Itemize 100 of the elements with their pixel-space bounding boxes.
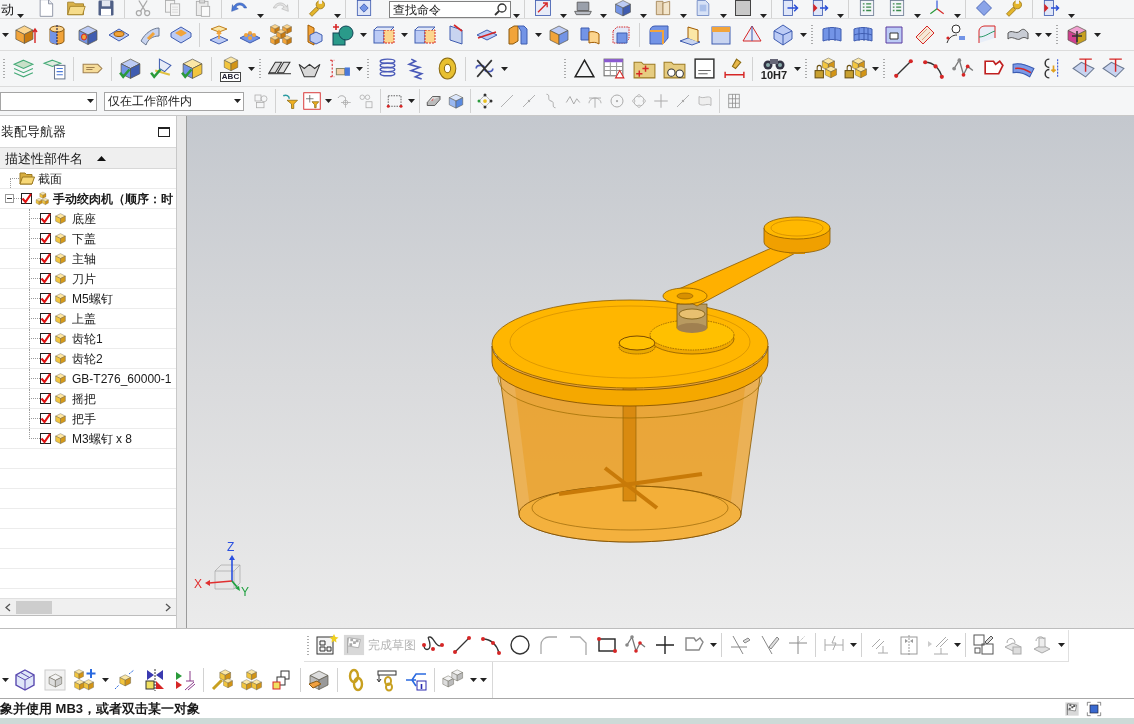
tree-item-label[interactable]: 把手 [72, 412, 96, 425]
maximize-icon[interactable] [158, 126, 170, 137]
note-icon[interactable] [691, 56, 717, 81]
brush-icon[interactable] [721, 56, 747, 81]
tree-item-label[interactable]: 截面 [38, 172, 62, 185]
square-icon[interactable] [733, 0, 753, 18]
tree-item-label[interactable]: 齿轮2 [72, 352, 103, 365]
caret-icon[interactable] [599, 14, 607, 18]
tree-item-label[interactable]: 刀片 [72, 272, 96, 285]
checkbox[interactable] [40, 213, 51, 224]
checkbox[interactable] [40, 253, 51, 264]
table-icon[interactable] [601, 56, 627, 81]
caret-icon[interactable] [1093, 32, 1101, 37]
caret-icon[interactable] [359, 32, 367, 37]
dashed-rectangle-icon[interactable] [386, 92, 404, 110]
diamond-page-icon[interactable] [354, 0, 374, 18]
filter-icon[interactable] [281, 92, 299, 110]
tree-item-label[interactable]: M5螺钉 [72, 292, 113, 305]
start-menu[interactable]: 动 [0, 1, 15, 18]
checkbox[interactable] [40, 413, 51, 424]
caret-icon[interactable] [400, 32, 408, 37]
tree-item-label[interactable]: 上盖 [72, 312, 96, 325]
grid-icon[interactable] [725, 92, 743, 110]
fullscreen-icon[interactable] [1086, 700, 1102, 717]
caret-icon[interactable] [836, 14, 844, 18]
cubes-icon[interactable] [43, 668, 67, 692]
caret-icon[interactable] [871, 66, 879, 71]
caret-icon[interactable] [1067, 14, 1075, 18]
caret-icon[interactable] [719, 14, 727, 18]
layers-list-icon[interactable] [42, 56, 67, 81]
caret-icon[interactable] [86, 99, 94, 103]
points-icon[interactable] [476, 92, 494, 110]
block-arrow-icon[interactable] [13, 22, 38, 47]
angle-check-icon[interactable] [149, 56, 174, 81]
checkbox[interactable] [40, 433, 51, 444]
scope-dropdown[interactable]: 仅在工作部件内 [104, 91, 244, 111]
mirror-triangles-icon[interactable] [143, 668, 167, 692]
sheet-arrow-icon[interactable] [1100, 56, 1126, 81]
caret-icon[interactable] [324, 99, 332, 103]
caret-icon[interactable] [101, 678, 109, 682]
caret-icon[interactable] [1, 32, 9, 37]
cubes-plus-icon[interactable] [73, 668, 97, 692]
caret-icon[interactable] [247, 66, 255, 71]
bracket-icon[interactable] [505, 22, 530, 47]
cube-icon[interactable] [613, 0, 633, 18]
caret-icon[interactable] [679, 14, 687, 18]
caret-icon[interactable] [709, 643, 717, 647]
caret-icon[interactable] [913, 14, 921, 18]
caret-icon[interactable] [639, 14, 647, 18]
caret-icon[interactable] [333, 14, 341, 18]
tree-item-label[interactable]: 主轴 [72, 252, 96, 265]
checkbox[interactable] [40, 353, 51, 364]
cubes-icon[interactable] [240, 668, 264, 692]
sheet-arrow-icon[interactable] [1070, 56, 1096, 81]
checkbox[interactable] [40, 293, 51, 304]
page-arrow-icon[interactable] [780, 0, 800, 18]
folder-icon[interactable] [66, 0, 86, 18]
caret-icon[interactable] [953, 14, 961, 18]
circle-icon[interactable] [507, 633, 532, 657]
caret-icon[interactable] [534, 32, 542, 37]
tree-item-label[interactable]: 底座 [72, 212, 96, 225]
caret-icon[interactable] [559, 14, 567, 18]
list-icon[interactable] [857, 0, 877, 18]
list-icon[interactable] [887, 0, 907, 18]
checkbox[interactable] [40, 333, 51, 344]
laptop-icon[interactable] [573, 0, 593, 18]
cube-array-icon[interactable] [268, 22, 293, 47]
search-icon[interactable] [494, 3, 507, 16]
caret-icon[interactable] [500, 66, 508, 71]
caret-icon[interactable] [793, 66, 801, 71]
caret-icon[interactable] [407, 99, 415, 103]
fit-button[interactable]: 10H7 [756, 52, 792, 85]
scroll-left-icon[interactable] [5, 602, 11, 612]
search-field[interactable]: 查找命令 [389, 1, 511, 18]
locked-cubes-icon[interactable] [812, 56, 838, 81]
block-icon[interactable] [646, 22, 671, 47]
caret-icon[interactable] [233, 99, 241, 103]
triangle-lines-icon[interactable] [173, 668, 197, 692]
caret-icon[interactable] [1, 678, 9, 682]
tree-item-label[interactable]: GB-T276_60000-1 [72, 372, 172, 385]
circle-square-icon[interactable] [330, 22, 355, 47]
cube-icon[interactable] [447, 92, 465, 110]
sort-ascending-icon[interactable] [97, 155, 106, 161]
checkered-flag-icon[interactable] [1064, 700, 1080, 717]
caret-icon[interactable] [849, 643, 857, 647]
cube-outline-icon[interactable] [13, 668, 37, 692]
caret-icon[interactable] [953, 643, 961, 647]
block-check-icon[interactable] [180, 56, 205, 81]
box-tag-icon[interactable] [307, 668, 331, 692]
checkbox[interactable] [40, 273, 51, 284]
collapse-icon[interactable] [5, 194, 14, 203]
diamond-icon[interactable] [974, 0, 994, 18]
caret-icon[interactable] [1057, 643, 1065, 647]
caret-icon[interactable] [759, 14, 767, 18]
checkbox[interactable] [40, 393, 51, 404]
wrench-cubes-icon[interactable] [210, 668, 234, 692]
checkbox[interactable] [21, 193, 32, 204]
page-arrow-icon[interactable] [1041, 0, 1061, 18]
block-check-icon[interactable] [118, 56, 143, 81]
locked-cubes-icon[interactable] [842, 56, 868, 81]
